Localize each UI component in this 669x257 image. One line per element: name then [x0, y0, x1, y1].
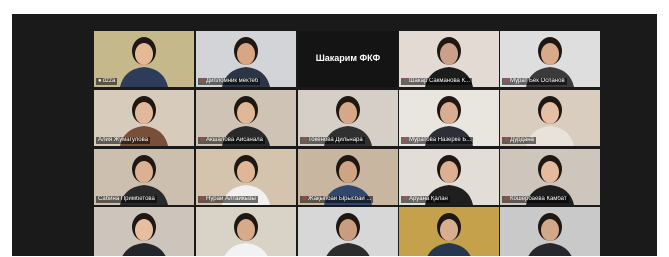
participant-name: Сабина Примбетова: [98, 196, 155, 202]
participant-tile[interactable]: Алия Жумагулова: [94, 90, 194, 146]
name-label: ⊘ Жақыпбай Ырысбай ...: [300, 196, 374, 203]
mic-muted-icon: ⊘: [403, 137, 409, 143]
participant-tile[interactable]: ⊘ Аруана Қалан: [399, 149, 499, 205]
name-label: ⊘ Акшалова Айсанала: [198, 137, 266, 144]
mic-muted-icon: ⊘: [302, 137, 308, 143]
participant-name: Аруана Қалан: [409, 196, 448, 202]
participant-tile[interactable]: ⊘ Шакар Сакманова К...: [399, 31, 499, 87]
mic-muted-icon: ⊘: [200, 196, 206, 202]
participant-name: Муратова Назерке Б...: [409, 137, 472, 143]
participant-tile[interactable]: ⊘ Муратова Назерке Б...: [399, 90, 499, 146]
participant-tile[interactable]: [500, 207, 600, 256]
mic-muted-icon: ⊘: [403, 196, 409, 202]
mic-muted-icon: ⊘: [504, 196, 510, 202]
participant-tile[interactable]: ⊘ Жақыпбай Ырысбай ...: [298, 149, 398, 205]
name-label: ⊘ Дипломник мектеб: [198, 78, 261, 85]
name-label: ⊘ Шакар Сакманова К...: [401, 78, 473, 85]
participant-tile[interactable]: ⊘ Нурай Алтайкызы: [196, 149, 296, 205]
name-label: ● dzza: [96, 78, 118, 85]
name-label: ⊘ Муратова Назерке Б...: [401, 137, 474, 144]
participant-tile[interactable]: [196, 207, 296, 256]
mic-muted-icon: ⊘: [504, 137, 510, 143]
participant-tile[interactable]: Шакарим ФКФ: [298, 31, 398, 87]
participant-tile[interactable]: [94, 207, 194, 256]
participant-display-name: Шакарим ФКФ: [315, 53, 381, 63]
participant-name: dzza: [102, 78, 116, 84]
participant-name: Нурай Алтайкызы: [206, 196, 256, 202]
name-label: Сабина Примбетова: [96, 196, 157, 203]
participant-name: Кошербаева Камбат: [510, 196, 567, 202]
name-label: ⊘ Дурдана: [502, 137, 536, 144]
participant-name: Мурат Бек Оспанов: [510, 78, 565, 84]
mic-muted-icon: ⊘: [200, 137, 206, 143]
participant-tile[interactable]: ⊘ Дипломник мектеб: [196, 31, 296, 87]
mic-muted-icon: ⊘: [302, 196, 308, 202]
participant-tile[interactable]: Сабина Примбетова: [94, 149, 194, 205]
participant-video: [528, 213, 572, 256]
participant-tile[interactable]: ⊘ Акшалова Айсанала: [196, 90, 296, 146]
name-label: ⊘ Аруана Қалан: [401, 196, 450, 203]
participant-name: Шакар Сакманова К...: [409, 78, 471, 84]
participant-tile[interactable]: ● dzza: [94, 31, 194, 87]
participant-name: Алия Жумагулова: [98, 137, 149, 143]
name-label: ⊘ Нурай Алтайкызы: [198, 196, 258, 203]
participant-tile[interactable]: ⊘ Мурат Бек Оспанов: [500, 31, 600, 87]
participant-video: [122, 213, 166, 256]
name-label: Алия Жумагулова: [96, 137, 151, 144]
participant-tile[interactable]: [399, 207, 499, 256]
participant-video: [427, 213, 471, 256]
participant-tile[interactable]: ⊘ Токенова Дильнара: [298, 90, 398, 146]
participant-name: Токенова Дильнара: [308, 137, 363, 143]
participant-tile[interactable]: ⊘ Дурдана: [500, 90, 600, 146]
participant-name: Акшалова Айсанала: [206, 137, 264, 143]
name-label: ⊘ Токенова Дильнара: [300, 137, 365, 144]
participant-name: Жақыпбай Ырысбай ...: [308, 196, 372, 202]
mic-icon: ●: [98, 78, 102, 84]
mic-muted-icon: ⊘: [200, 78, 206, 84]
name-label: ⊘ Кошербаева Камбат: [502, 196, 569, 203]
mic-muted-icon: ⊘: [403, 78, 409, 84]
participant-video: [224, 213, 268, 256]
participant-tile[interactable]: ⊘ Кошербаева Камбат: [500, 149, 600, 205]
participant-tile[interactable]: [298, 207, 398, 256]
zoom-gallery-window: ● dzza ⊘ Дипломник мектеб Шакарим ФКФ ⊘ Шакар …: [12, 14, 657, 256]
participant-name: Дипломник мектеб: [206, 78, 259, 84]
participant-video: [326, 213, 370, 256]
name-label: ⊘ Мурат Бек Оспанов: [502, 78, 567, 85]
mic-muted-icon: ⊘: [504, 78, 510, 84]
participant-name: Дурдана: [510, 137, 534, 143]
